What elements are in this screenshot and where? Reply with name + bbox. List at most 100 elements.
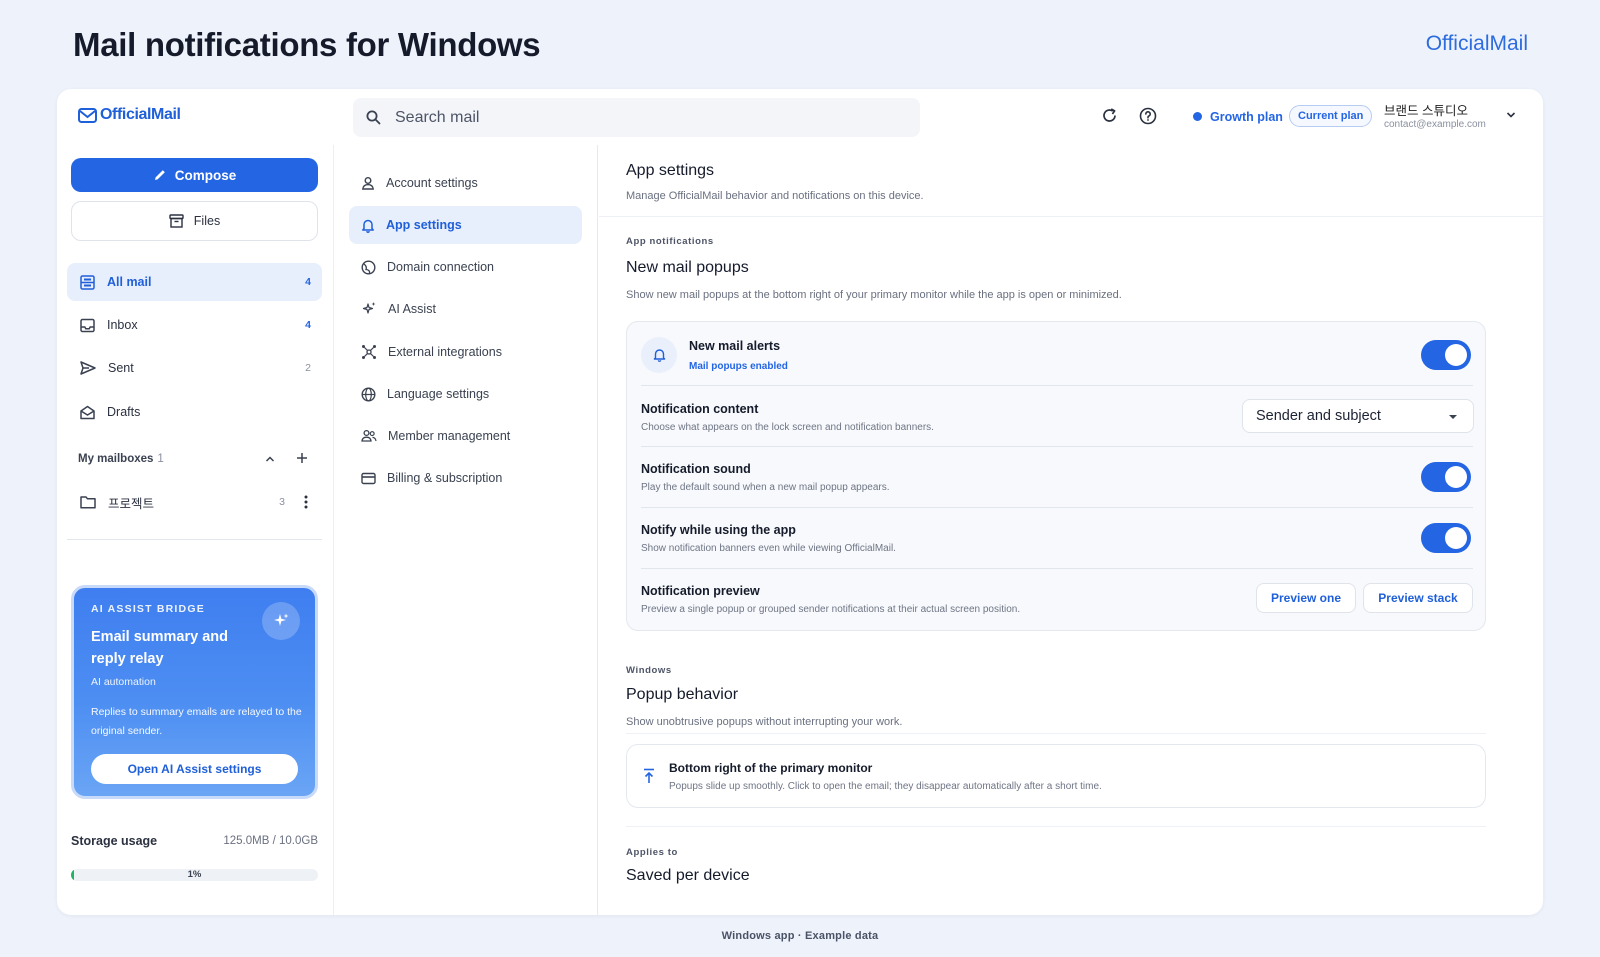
settings-item-label: Account settings [386,176,478,190]
sidebar: Compose Files All mail 4 Inbox 4 Sent 2 … [57,145,333,915]
sidebar-item-drafts[interactable]: Drafts [67,393,322,431]
sparkle-icon [262,602,300,640]
mailboxes-header: My mailboxes 1 [78,453,164,465]
app-window: OfficialMail Growth plan Current plan 브랜… [57,89,1543,915]
current-plan-badge[interactable]: Current plan [1289,105,1373,127]
help-icon[interactable] [1139,107,1157,125]
mailboxes-title: My mailboxes [78,453,154,465]
row-divider [641,568,1473,569]
logo-text: OfficialMail [100,106,181,123]
user-icon [361,176,375,190]
sidebar-item-count: 2 [305,362,311,374]
sidebar-item-label: Drafts [107,405,141,419]
user-email: contact@example.com [1384,119,1486,130]
members-icon [361,429,377,443]
settings-item-language[interactable]: Language settings [349,375,582,413]
notify-in-app-toggle[interactable] [1421,523,1471,553]
inapp-setting-desc: Show notification banners even while vie… [641,543,896,554]
sidebar-item-label: All mail [107,275,152,289]
preview-setting-title: Notification preview [641,584,760,598]
settings-item-billing[interactable]: Billing & subscription [349,459,582,497]
sidebar-item-label: Sent [108,361,134,375]
search-box[interactable] [353,98,920,137]
settings-item-members[interactable]: Member management [349,417,582,455]
sidebar-item-count: 4 [305,276,311,288]
compose-label: Compose [174,167,237,183]
section-subtitle: Show new mail popups at the bottom right… [626,289,1122,301]
sidebar-divider [67,539,322,540]
popup-position-option[interactable]: Bottom right of the primary monitor Popu… [626,744,1486,808]
toggle-knob [1445,344,1467,366]
section-title: New mail popups [626,259,749,276]
row-divider [641,507,1473,508]
all-mail-icon [80,274,95,290]
settings-item-domain[interactable]: Domain connection [349,248,582,286]
settings-item-ai-assist[interactable]: AI Assist [349,290,582,328]
more-vertical-icon[interactable] [304,495,308,509]
ai-card-description: Replies to summary emails are relayed to… [91,706,302,737]
sidebar-item-inbox[interactable]: Inbox 4 [67,306,322,344]
preview-one-button[interactable]: Preview one [1256,583,1356,613]
sound-setting-desc: Play the default sound when a new mail p… [641,482,890,493]
section-subtitle: Show unobtrusive popups without interrup… [626,716,903,728]
send-icon [80,361,96,375]
section-eyebrow: Applies to [626,847,678,858]
refresh-icon[interactable] [1101,107,1118,124]
plan-status-dot [1193,112,1202,121]
new-mail-alerts-toggle[interactable] [1421,340,1471,370]
sidebar-item-label: Inbox [107,318,138,332]
archive-icon [169,214,184,228]
pencil-icon [153,168,167,182]
files-button[interactable]: Files [71,201,318,241]
user-name[interactable]: 브랜드 스튜디오 [1384,100,1468,119]
content-title: App settings [626,162,715,179]
app-logo[interactable]: OfficialMail [78,106,181,124]
storage-percent: 1% [187,869,202,880]
add-mailbox-icon[interactable] [296,452,308,464]
settings-item-app[interactable]: App settings [349,206,582,244]
settings-item-label: Language settings [387,387,490,401]
globe-icon [361,259,376,275]
section-eyebrow: App notifications [626,236,714,247]
settings-item-integrations[interactable]: External integrations [349,333,582,371]
preview-stack-button[interactable]: Preview stack [1363,583,1473,613]
envelope-open-icon [80,405,95,420]
settings-nav: Account settings App settings Domain con… [333,145,598,915]
ai-card-subtitle: AI automation [91,676,156,688]
row-divider [641,385,1473,386]
content-divider [599,216,1543,217]
sidebar-item-sent[interactable]: Sent 2 [67,349,322,387]
mailbox-count: 3 [279,496,285,508]
settings-item-label: Member management [388,429,511,443]
chevron-down-icon[interactable] [1506,111,1516,119]
mailbox-item[interactable]: 프로젝트 3 [67,483,322,521]
toggle-knob [1445,466,1467,488]
folder-icon [80,495,96,509]
ai-assist-card: AI ASSIST BRIDGE Email summary and reply… [71,585,318,799]
notification-content-select[interactable]: Sender and subject [1242,399,1474,433]
content-setting-title: Notification content [641,402,759,416]
open-ai-assist-button[interactable]: Open AI Assist settings [91,754,298,784]
settings-item-label: External integrations [388,345,502,359]
settings-item-account[interactable]: Account settings [349,164,582,202]
storage-value: 125.0MB / 10.0GB [223,835,318,847]
inapp-setting-title: Notify while using the app [641,523,796,537]
search-input[interactable] [395,108,875,127]
caret-down-icon [1448,414,1458,420]
settings-item-label: AI Assist [388,302,436,316]
popup-option-title: Bottom right of the primary monitor [669,761,873,775]
sidebar-item-all-mail[interactable]: All mail 4 [67,263,322,301]
top-bar: OfficialMail Growth plan Current plan 브랜… [57,89,1543,145]
search-icon [366,110,381,125]
mailboxes-count: 1 [157,453,164,465]
notification-sound-toggle[interactable] [1421,462,1471,492]
compose-button[interactable]: Compose [71,158,318,192]
chevron-up-icon[interactable] [265,455,275,463]
select-value: Sender and subject [1256,408,1381,424]
section-title: Popup behavior [626,686,739,703]
arrow-up-to-line-icon [643,768,655,784]
settings-item-label: Billing & subscription [387,471,503,485]
settings-item-label: Domain connection [387,260,495,274]
notifications-card: New mail alerts Mail popups enabled Noti… [626,321,1486,631]
plan-name[interactable]: Growth plan [1210,110,1283,124]
